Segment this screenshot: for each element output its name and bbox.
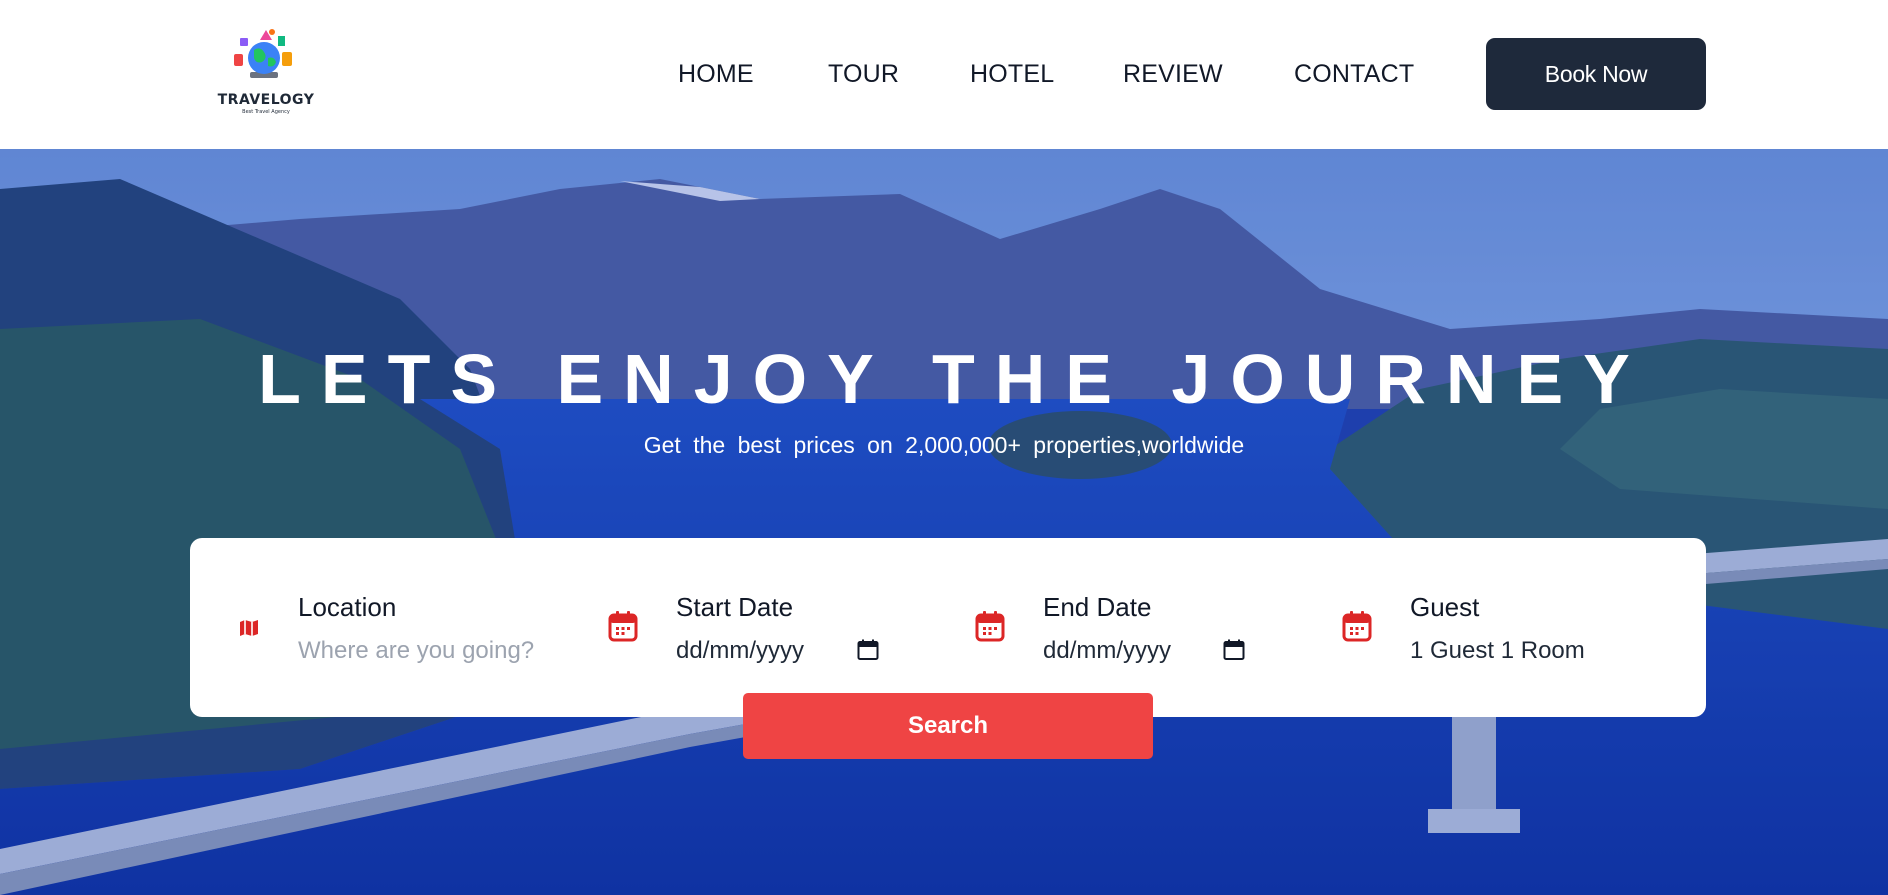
nav-item-hotel: HOTEL: [970, 56, 1054, 92]
guest-select[interactable]: 1 Guest 1 Room: [1410, 634, 1585, 668]
hero-tint-overlay: [0, 149, 1888, 895]
book-now-button[interactable]: Book Now: [1486, 38, 1706, 110]
hero-subtitle: Get the best prices on 2,000,000+ proper…: [643, 432, 1245, 458]
brand-tagline: Best Travel Agency: [242, 109, 290, 115]
brand-logo[interactable]: TRAVELOGY Best Travel Agency: [210, 28, 322, 120]
start-date-input[interactable]: dd/mm/yyyy: [676, 634, 804, 668]
hero-section: [0, 149, 1888, 895]
map-icon: [240, 620, 258, 636]
brand-name: TRAVELOGY: [217, 92, 315, 108]
nav-item-tour: TOUR: [828, 56, 899, 92]
calendar-icon: [1342, 611, 1372, 642]
nav-link-contact[interactable]: CONTACT: [1294, 60, 1414, 89]
start-date-picker-icon[interactable]: [857, 639, 879, 661]
nav-link-hotel[interactable]: HOTEL: [970, 60, 1054, 89]
nav-item-contact: CONTACT: [1294, 56, 1414, 92]
guest-label: Guest: [1410, 592, 1480, 622]
nav-item-review: REVIEW: [1123, 56, 1223, 92]
globe-logo-icon: [234, 29, 292, 78]
end-date-label: End Date: [1043, 592, 1152, 622]
calendar-icon: [608, 611, 638, 642]
start-date-label: Start Date: [676, 592, 794, 622]
end-date-input[interactable]: dd/mm/yyyy: [1043, 634, 1171, 668]
nav-link-home[interactable]: HOME: [678, 60, 754, 89]
location-label: Location: [298, 592, 397, 622]
calendar-icon: [975, 611, 1005, 642]
hero-title: LETS ENJOY THE JOURNEY: [258, 340, 1650, 418]
search-button[interactable]: Search: [743, 693, 1153, 759]
nav-item-home: HOME: [678, 56, 754, 92]
search-card: Location Start Date dd/mm/yyyy: [190, 538, 1706, 717]
nav-link-tour[interactable]: TOUR: [828, 60, 899, 89]
nav-link-review[interactable]: REVIEW: [1123, 60, 1223, 89]
location-input[interactable]: [298, 634, 558, 668]
site-header: TRAVELOGY Best Travel Agency HOME TOUR H…: [0, 0, 1888, 149]
end-date-picker-icon[interactable]: [1223, 639, 1245, 661]
